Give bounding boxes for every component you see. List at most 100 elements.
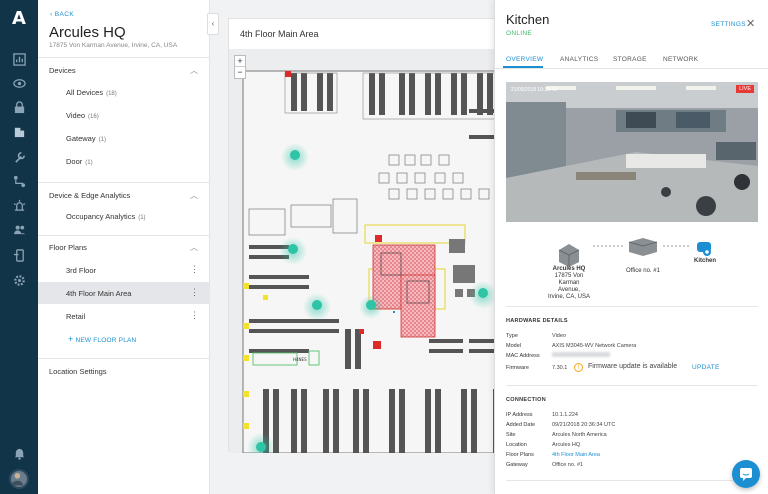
ip-label: IP Address — [506, 412, 533, 418]
floor-plan-canvas[interactable]: + − H4NES — [229, 49, 509, 453]
gateway-device-icon — [628, 238, 658, 256]
gear-icon[interactable] — [12, 273, 26, 287]
chevron-up-icon[interactable]: ︿ — [190, 65, 198, 76]
floor-plan-title: 4th Floor Main Area — [240, 29, 319, 39]
type-value: Video — [552, 333, 566, 339]
sidebar-item-4th-floor-main[interactable]: 4th Floor Main Area ⋮ — [38, 282, 210, 304]
eye-icon[interactable] — [12, 76, 26, 90]
zoom-control: + − — [234, 55, 246, 79]
section-devices-title[interactable]: Devices — [49, 66, 76, 75]
floor-plans-link[interactable]: 4th Floor Main Area — [552, 452, 600, 458]
wrench-icon[interactable] — [12, 150, 26, 164]
device-title: Kitchen — [506, 12, 550, 27]
close-icon[interactable]: ✕ — [746, 17, 755, 30]
kebab-menu-icon[interactable]: ⋮ — [190, 264, 199, 275]
sidebar-item-label: Gateway — [66, 134, 96, 143]
divider — [506, 480, 758, 481]
sidebar-item-count: (1) — [138, 215, 146, 221]
zoom-out-button[interactable]: − — [235, 67, 245, 78]
topology-site: Arcules HQ 17875 Von Karman Avenue, Irvi… — [547, 266, 591, 301]
live-badge: LIVE — [736, 85, 754, 93]
sidebar-item-door[interactable]: Door (1) — [38, 150, 210, 172]
topology-site-address-line-1: 17875 Von — [554, 273, 584, 279]
sidebar-item-label: 4th Floor Main Area — [66, 289, 132, 298]
chevron-up-icon[interactable]: ︿ — [190, 242, 198, 253]
bell-icon[interactable] — [12, 446, 26, 460]
settings-button[interactable]: SETTINGS — [711, 21, 746, 28]
divider — [38, 57, 210, 58]
building-icon[interactable] — [12, 124, 26, 138]
flow-icon[interactable] — [12, 174, 26, 188]
firmware-label: Firmware — [506, 365, 529, 371]
site-label: Site — [506, 432, 516, 438]
chat-button[interactable] — [732, 460, 760, 488]
kebab-menu-icon[interactable]: ⋮ — [190, 310, 199, 321]
sidebar-item-count: (16) — [88, 114, 99, 120]
nav-rail: A — [0, 0, 38, 494]
model-label: Model — [506, 343, 521, 349]
type-label: Type — [506, 333, 518, 339]
camera-frame — [506, 82, 758, 222]
svg-text:H4NES: H4NES — [293, 357, 307, 362]
mac-value-redacted — [552, 352, 610, 357]
gateway-value: Office no. #1 — [552, 462, 584, 468]
location-settings-link[interactable]: Location Settings — [49, 367, 107, 376]
sidebar-item-label: Occupancy Analytics — [66, 212, 136, 221]
status-badge: ONLINE — [506, 30, 533, 37]
sidebar-item-label: Retail — [66, 312, 86, 321]
topology-site-address-line-2: Karman Avenue, — [558, 280, 580, 293]
chart-icon[interactable] — [12, 52, 26, 66]
kebab-menu-icon[interactable]: ⋮ — [190, 287, 199, 298]
zoom-in-button[interactable]: + — [235, 56, 245, 67]
live-video-player[interactable]: 21/09/2018 10:35:43 LIVE — [506, 82, 758, 222]
divider — [38, 358, 210, 359]
divider — [506, 306, 758, 307]
new-floor-plan-button[interactable]: + NEW FLOOR PLAN — [68, 334, 136, 344]
tab-overview[interactable]: OVERVIEW — [506, 56, 543, 63]
hardware-section-title: HARDWARE DETAILS — [506, 318, 568, 324]
sidebar-item-3rd-floor[interactable]: 3rd Floor ⋮ — [38, 259, 210, 281]
tab-storage[interactable]: STORAGE — [613, 56, 647, 63]
new-floor-plan-label: NEW FLOOR PLAN — [75, 337, 137, 344]
added-date-label: Added Date — [506, 422, 536, 428]
app-logo[interactable]: A — [0, 8, 38, 29]
lock-icon[interactable] — [12, 100, 26, 114]
section-analytics-title[interactable]: Device & Edge Analytics — [49, 191, 130, 200]
sidebar-item-all-devices[interactable]: All Devices (18) — [38, 81, 210, 103]
site-address: 17875 Von Karman Avenue, Irvine, CA, USA — [49, 42, 178, 49]
section-floorplans-title[interactable]: Floor Plans — [49, 243, 87, 252]
back-label: BACK — [54, 11, 75, 18]
collapse-sidebar-button[interactable]: ‹ — [207, 13, 219, 35]
divider — [506, 385, 758, 386]
active-tab-indicator — [503, 66, 543, 68]
topology-site-name: Arcules HQ — [552, 266, 586, 272]
location-label: Location — [506, 442, 527, 448]
location-sidebar: ‹ BACK Arcules HQ 17875 Von Karman Avenu… — [38, 0, 210, 494]
floor-plans-label: Floor Plans — [506, 452, 534, 458]
mac-label: MAC Address — [506, 353, 540, 359]
tab-analytics[interactable]: ANALYTICS — [560, 56, 598, 63]
firmware-update-button[interactable]: UPDATE — [692, 364, 720, 371]
user-avatar[interactable] — [9, 469, 29, 489]
ip-value: 10.1.1.224 — [552, 412, 578, 418]
tab-network[interactable]: NETWORK — [663, 56, 698, 63]
sidebar-item-occupancy[interactable]: Occupancy Analytics (1) — [38, 205, 210, 227]
sidebar-item-retail[interactable]: Retail ⋮ — [38, 305, 210, 327]
sidebar-item-video[interactable]: Video (16) — [38, 104, 210, 126]
back-link[interactable]: ‹ BACK — [50, 11, 74, 18]
topology-site-address-line-3: Irvine, CA, USA — [547, 294, 590, 300]
device-icon[interactable] — [12, 248, 26, 262]
location-value: Arcules HQ — [552, 442, 581, 448]
divider — [38, 182, 210, 183]
sidebar-item-count: (1) — [85, 160, 93, 166]
chevron-up-icon[interactable]: ︿ — [190, 190, 198, 201]
topology-gateway: Office no. #1 — [626, 268, 660, 274]
site-title: Arcules HQ — [49, 24, 126, 41]
connection-section-title: CONNECTION — [506, 397, 546, 403]
gateway-label: Gateway — [506, 462, 528, 468]
device-detail-panel: Kitchen ONLINE SETTINGS ✕ OVERVIEW ANALY… — [494, 0, 768, 494]
topology-camera: Kitchen — [693, 258, 716, 264]
sidebar-item-gateway[interactable]: Gateway (1) — [38, 127, 210, 149]
alarm-icon[interactable] — [12, 198, 26, 212]
users-icon[interactable] — [12, 222, 26, 236]
